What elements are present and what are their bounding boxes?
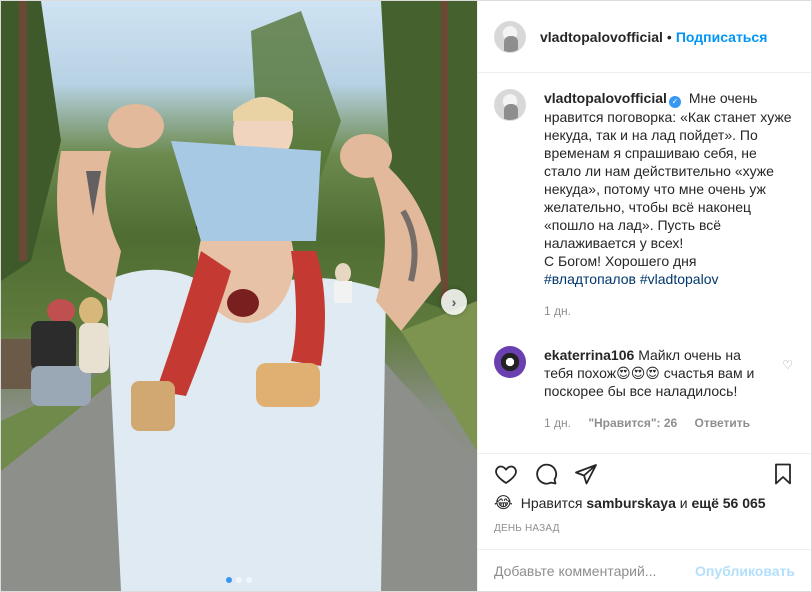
heart-icon[interactable] bbox=[494, 462, 518, 486]
comment-item: ekaterrina106 Майкл очень на тебя похож😍… bbox=[494, 346, 795, 432]
reply-button[interactable]: Ответить bbox=[695, 416, 750, 430]
caption: vladtopalovofficial ✓ Мне очень нравится … bbox=[494, 89, 795, 320]
comment-age[interactable]: 1 дн. bbox=[544, 416, 571, 430]
publish-button[interactable]: Опубликовать bbox=[695, 563, 795, 579]
liker-avatar[interactable]: 😂 bbox=[494, 493, 513, 513]
carousel-dot bbox=[226, 577, 232, 583]
caption-avatar[interactable] bbox=[494, 89, 526, 121]
caption-text-line-2: С Богом! Хорошего дня bbox=[544, 253, 697, 269]
comments-area[interactable]: vladtopalovofficial ✓ Мне очень нравится … bbox=[478, 73, 811, 453]
post-photo[interactable]: › bbox=[1, 1, 477, 591]
add-comment-bar: Опубликовать bbox=[478, 549, 811, 591]
likes-summary: 😂 Нравится samburskaya и ещё 56 065 bbox=[494, 493, 795, 513]
author-avatar[interactable] bbox=[494, 20, 526, 53]
hashtag-link[interactable]: #владтопалов bbox=[544, 271, 636, 287]
post-sidebar: vladtopalovofficial • Подписаться vladto… bbox=[477, 1, 811, 591]
post-header: vladtopalovofficial • Подписаться bbox=[478, 1, 811, 73]
follow-button[interactable]: Подписаться bbox=[676, 29, 768, 45]
comment-likes[interactable]: "Нравится": 26 bbox=[588, 416, 677, 430]
commenter-avatar[interactable] bbox=[494, 346, 526, 378]
caption-text: Мне очень нравится поговорка: «Как стане… bbox=[544, 90, 792, 251]
comment-input[interactable] bbox=[494, 562, 696, 579]
comment-body: ekaterrina106 Майкл очень на тебя похож😍… bbox=[544, 346, 795, 432]
post-timestamp[interactable]: ДЕНЬ НАЗАД bbox=[494, 523, 560, 534]
likes-count[interactable]: ещё 56 065 bbox=[692, 495, 766, 511]
hashtag-link[interactable]: #vladtopalov bbox=[640, 271, 719, 287]
likes-prefix: Нравится bbox=[520, 495, 583, 511]
likes-middle: и bbox=[679, 495, 688, 511]
comment-username[interactable]: ekaterrina106 bbox=[544, 347, 634, 363]
caption-meta: 1 дн. bbox=[544, 302, 795, 320]
liker-username[interactable]: samburskaya bbox=[586, 495, 676, 511]
comment-icon[interactable] bbox=[534, 462, 558, 486]
photo-scene bbox=[1, 1, 477, 591]
share-icon[interactable] bbox=[574, 462, 598, 486]
header-separator: • bbox=[666, 28, 672, 45]
chevron-right-icon: › bbox=[451, 294, 457, 310]
carousel-dot bbox=[246, 577, 252, 583]
caption-body: vladtopalovofficial ✓ Мне очень нравится … bbox=[544, 89, 795, 320]
carousel-dot bbox=[236, 577, 242, 583]
author-username[interactable]: vladtopalovofficial bbox=[540, 29, 663, 45]
carousel-indicator bbox=[1, 577, 477, 583]
carousel-next-button[interactable]: › bbox=[441, 289, 467, 315]
comment-meta: 1 дн. "Нравится": 26 Ответить bbox=[544, 414, 769, 432]
bookmark-icon[interactable] bbox=[771, 462, 795, 486]
caption-age[interactable]: 1 дн. bbox=[544, 304, 571, 318]
post-actions bbox=[478, 453, 811, 493]
verified-icon: ✓ bbox=[668, 96, 681, 108]
instagram-post: › vladtopalovofficial • Подписаться vlad… bbox=[0, 0, 812, 592]
comment-like-heart-icon[interactable]: ♡ bbox=[782, 358, 793, 372]
caption-username[interactable]: vladtopalovofficial bbox=[544, 90, 667, 106]
